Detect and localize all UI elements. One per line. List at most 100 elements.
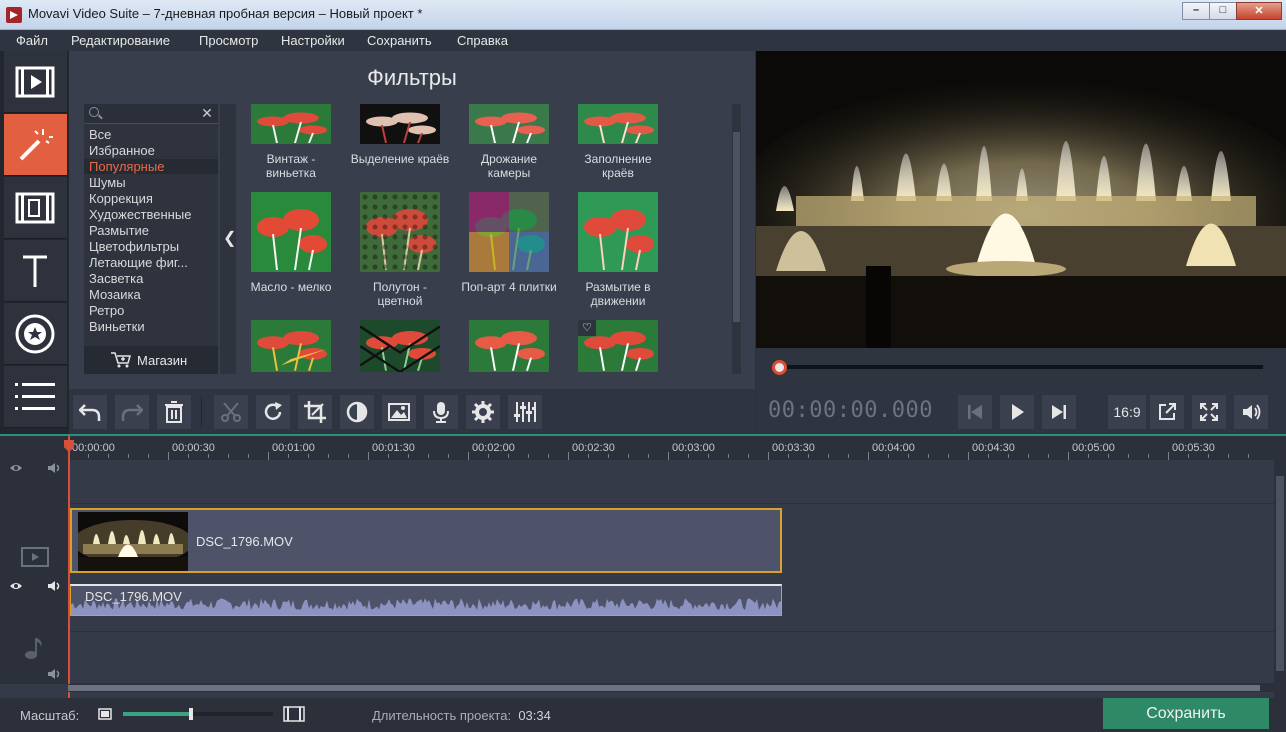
zoom-in-film-icon[interactable] xyxy=(283,706,305,722)
filter-thumbnail[interactable] xyxy=(469,104,549,144)
timeline-vertical-scrollbar[interactable] xyxy=(1274,436,1286,700)
delete-button[interactable] xyxy=(157,395,191,429)
time-ruler[interactable]: 00:00:00 00:00:30 00:01:00 00:01:30 00:02:00… xyxy=(68,436,1274,460)
import-tab[interactable] xyxy=(4,51,67,113)
previous-button[interactable] xyxy=(958,395,992,429)
image-button[interactable] xyxy=(382,395,416,429)
category-item[interactable]: Ретро xyxy=(89,303,124,318)
scrollbar-thumb[interactable] xyxy=(68,685,1260,691)
filters-scrollbar[interactable] xyxy=(732,104,741,374)
ruler-tick xyxy=(428,454,429,458)
category-item[interactable]: Все xyxy=(89,127,111,142)
ruler-tick xyxy=(528,454,529,458)
popout-button[interactable] xyxy=(1150,395,1184,429)
visibility-eye-icon[interactable] xyxy=(9,463,23,473)
audio-clip[interactable]: DSC_1796.MOV xyxy=(70,584,782,616)
close-button[interactable]: ✕ xyxy=(1236,2,1282,20)
collapse-panel-button[interactable]: ❮ xyxy=(220,104,236,374)
timeline-horizontal-scrollbar[interactable] xyxy=(68,684,1274,692)
category-item-selected[interactable]: Популярные xyxy=(84,159,218,174)
favorite-heart-icon[interactable]: ♡ xyxy=(578,320,596,336)
fullscreen-button[interactable] xyxy=(1192,395,1226,429)
filter-thumbnail[interactable] xyxy=(360,320,440,372)
search-input[interactable]: ✕ xyxy=(84,104,218,124)
visibility-eye-icon[interactable] xyxy=(9,581,23,591)
zoom-slider[interactable] xyxy=(123,708,273,720)
store-button[interactable]: Магазин xyxy=(84,346,218,374)
filter-thumbnail[interactable] xyxy=(578,104,658,144)
titles-track[interactable] xyxy=(68,460,1274,504)
redo-button[interactable] xyxy=(115,395,149,429)
category-item[interactable]: Размытие xyxy=(89,223,149,238)
equalizer-button[interactable] xyxy=(508,395,542,429)
video-preview[interactable] xyxy=(756,51,1286,348)
skip-back-icon xyxy=(968,405,982,419)
preview-seekbar[interactable] xyxy=(756,348,1286,389)
aspect-ratio-button[interactable]: 16:9 xyxy=(1108,395,1146,429)
duration-value: 03:34 xyxy=(518,708,551,723)
color-adjust-button[interactable] xyxy=(340,395,374,429)
titles-tab[interactable] xyxy=(4,240,67,302)
filter-thumbnail[interactable] xyxy=(251,320,331,372)
category-item[interactable]: Художественные xyxy=(89,207,191,222)
seek-track[interactable] xyxy=(779,365,1263,369)
clip-settings-button[interactable] xyxy=(466,395,500,429)
track-header-titles xyxy=(0,460,68,504)
speaker-icon[interactable] xyxy=(47,668,63,680)
play-button[interactable] xyxy=(1000,395,1034,429)
menu-save[interactable]: Сохранить xyxy=(367,33,432,48)
menu-edit[interactable]: Редактирование xyxy=(71,33,170,48)
menu-file[interactable]: Файл xyxy=(16,33,48,48)
scrollbar-thumb[interactable] xyxy=(733,132,740,322)
zoom-out-film-icon[interactable] xyxy=(98,708,112,720)
category-item[interactable]: Мозаика xyxy=(89,287,141,302)
filters-tab[interactable] xyxy=(4,114,67,176)
category-item[interactable]: Цветофильтры xyxy=(89,239,179,254)
filter-thumbnail[interactable] xyxy=(469,320,549,372)
speaker-icon[interactable] xyxy=(47,462,63,474)
menu-help[interactable]: Справка xyxy=(457,33,508,48)
ruler-tick-label: 00:02:00 xyxy=(472,442,515,454)
undo-button[interactable] xyxy=(73,395,107,429)
save-button[interactable]: Сохранить xyxy=(1103,698,1269,729)
filter-thumbnail[interactable] xyxy=(251,104,331,144)
filter-thumbnail[interactable] xyxy=(360,104,440,144)
category-item[interactable]: Засветка xyxy=(89,271,143,286)
stickers-tab[interactable] xyxy=(4,303,67,365)
video-clip[interactable]: DSC_1796.MOV xyxy=(70,508,782,573)
filter-thumbnail[interactable] xyxy=(469,192,549,272)
filter-thumbnail[interactable]: ♡ xyxy=(578,320,658,372)
settings-icon xyxy=(472,401,494,423)
clear-search-icon[interactable]: ✕ xyxy=(198,105,216,122)
scrollbar-thumb[interactable] xyxy=(1276,476,1284,671)
category-item[interactable]: Избранное xyxy=(89,143,155,158)
minimize-button[interactable]: – xyxy=(1182,2,1210,20)
volume-button[interactable] xyxy=(1234,395,1268,429)
ruler-tick xyxy=(1248,454,1249,458)
filter-thumbnail[interactable] xyxy=(251,192,331,272)
category-item[interactable]: Шумы xyxy=(89,175,126,190)
image-icon xyxy=(388,403,410,421)
playhead[interactable] xyxy=(68,436,70,700)
next-button[interactable] xyxy=(1042,395,1076,429)
menu-settings[interactable]: Настройки xyxy=(281,33,345,48)
crop-button[interactable] xyxy=(298,395,332,429)
cut-button[interactable] xyxy=(214,395,248,429)
ruler-tick xyxy=(1188,454,1189,458)
seek-handle[interactable] xyxy=(772,360,787,375)
menu-view[interactable]: Просмотр xyxy=(199,33,258,48)
music-track[interactable] xyxy=(68,632,1274,684)
filter-thumbnail[interactable] xyxy=(360,192,440,272)
category-item[interactable]: Виньетки xyxy=(89,319,145,334)
voice-record-button[interactable] xyxy=(424,395,458,429)
maximize-button[interactable]: □ xyxy=(1209,2,1237,20)
filter-thumbnail[interactable] xyxy=(578,192,658,272)
transitions-tab[interactable] xyxy=(4,177,67,239)
category-item[interactable]: Коррекция xyxy=(89,191,153,206)
rotate-button[interactable] xyxy=(256,395,290,429)
ruler-tick xyxy=(988,454,989,458)
speaker-icon[interactable] xyxy=(47,580,63,592)
zoom-slider-handle[interactable] xyxy=(188,708,193,720)
category-item[interactable]: Летающие фиг... xyxy=(89,255,188,270)
more-tab[interactable] xyxy=(4,366,67,428)
